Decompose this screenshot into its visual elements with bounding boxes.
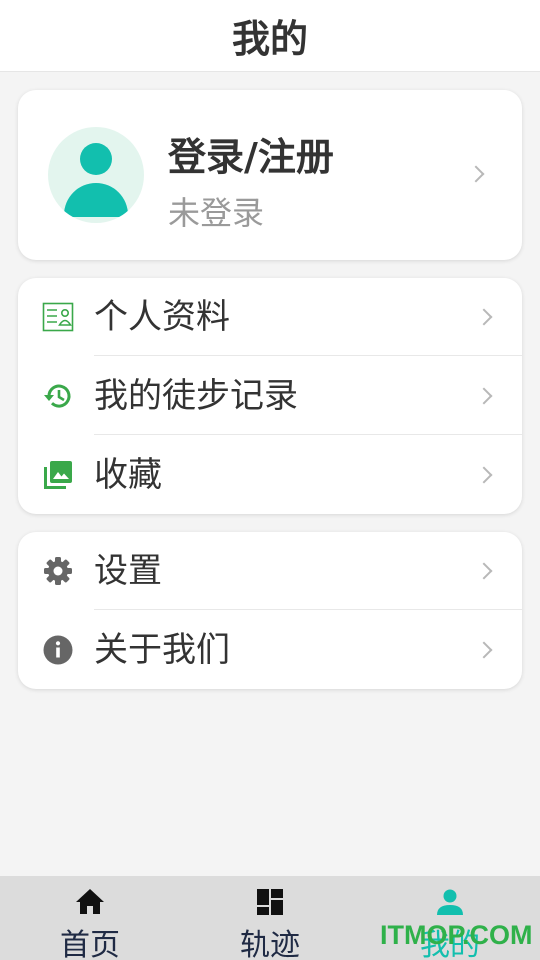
chevron-right-icon <box>475 308 493 326</box>
menu-item-label: 收藏 <box>94 455 162 495</box>
avatar[interactable] <box>48 127 144 223</box>
tab-label: 轨迹 <box>240 928 300 960</box>
menu-group-2: 设置 关于我们 <box>18 532 522 689</box>
history-icon <box>44 384 71 408</box>
watermark: ITMOP.COM <box>380 920 533 950</box>
divider <box>94 609 522 610</box>
menu-item-about-us[interactable]: 关于我们 <box>18 611 522 689</box>
divider <box>94 434 522 435</box>
menu-item-label: 我的徒步记录 <box>94 376 298 416</box>
menu-item-hiking-records[interactable]: 我的徒步记录 <box>18 357 522 435</box>
menu-item-settings[interactable]: 设置 <box>18 532 522 610</box>
chevron-right-icon <box>475 641 493 659</box>
dashboard-icon <box>257 889 283 915</box>
chevron-right-icon <box>475 562 493 580</box>
chevron-right-icon <box>475 387 493 405</box>
login-status: 未登录 <box>168 194 265 232</box>
profile-card[interactable]: 登录/注册 未登录 <box>18 90 522 260</box>
chevron-right-icon <box>467 165 485 183</box>
home-icon <box>76 889 104 914</box>
tab-label: 首页 <box>60 928 120 960</box>
menu-group-1: 个人资料 我的徒步记录 收藏 <box>18 278 522 514</box>
person-icon-body <box>64 183 128 217</box>
person-icon <box>437 889 463 915</box>
tab-home[interactable]: 首页 <box>0 876 180 960</box>
menu-item-label: 关于我们 <box>94 630 230 670</box>
person-icon-head <box>80 143 112 175</box>
login-register-link[interactable]: 登录/注册 <box>168 126 334 181</box>
gallery-icon <box>44 461 72 489</box>
page-title: 我的 <box>231 17 308 61</box>
menu-item-label: 设置 <box>94 551 162 591</box>
info-icon <box>43 635 73 665</box>
gear-icon <box>44 557 72 585</box>
title-bar: 我的 <box>0 0 540 72</box>
menu-item-profile[interactable]: 个人资料 <box>18 278 522 356</box>
menu-item-label: 个人资料 <box>94 297 230 337</box>
chevron-right-icon <box>475 466 493 484</box>
profile-card-icon <box>42 302 74 332</box>
menu-item-favorites[interactable]: 收藏 <box>18 436 522 514</box>
divider <box>94 355 522 356</box>
tab-track[interactable]: 轨迹 <box>180 876 360 960</box>
